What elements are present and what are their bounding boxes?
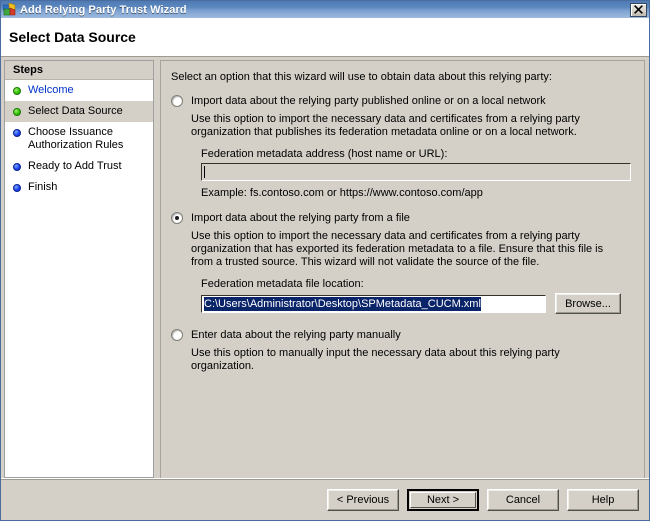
radio-label-import-online: Import data about the relying party publ… (191, 95, 546, 107)
close-icon (634, 5, 643, 14)
next-button[interactable]: Next > (407, 488, 479, 511)
previous-button[interactable]: < Previous (327, 488, 399, 511)
sidebar-item-label: Choose Issuance Authorization Rules (28, 126, 124, 151)
federation-metadata-file-group: Federation metadata file location: C:\Us… (201, 278, 632, 314)
text-caret (204, 166, 205, 178)
radio-label-import-file: Import data about the relying party from… (191, 212, 410, 224)
steps-sidebar: Steps Welcome Select Data Source Choose … (4, 60, 154, 478)
footer-button-bar: < Previous Next > Cancel Help (1, 478, 649, 520)
step-bullet-green-icon (13, 87, 21, 95)
step-bullet-green-icon (13, 108, 21, 116)
option-import-online: Import data about the relying party publ… (171, 94, 632, 199)
option-description-enter-manually: Use this option to manually input the ne… (191, 347, 560, 372)
radio-row-import-file[interactable]: Import data about the relying party from… (171, 211, 632, 225)
option-description-import-file: Use this option to import the necessary … (191, 230, 604, 268)
radio-import-online[interactable] (171, 95, 183, 107)
step-bullet-blue-icon (13, 129, 21, 137)
federation-metadata-file-label: Federation metadata file location: (201, 278, 364, 290)
option-import-file: Import data about the relying party from… (171, 211, 632, 314)
help-button[interactable]: Help (567, 488, 639, 511)
radio-enter-manually[interactable] (171, 329, 183, 341)
body-area: Steps Welcome Select Data Source Choose … (1, 57, 649, 478)
step-bullet-blue-icon (13, 163, 21, 171)
window-title: Add Relying Party Trust Wizard (20, 3, 187, 16)
wizard-window: Add Relying Party Trust Wizard Select Da… (0, 0, 650, 521)
sidebar-item-choose-issuance-authorization-rules: Choose Issuance Authorization Rules (5, 122, 153, 156)
cancel-button[interactable]: Cancel (487, 488, 559, 511)
intro-text: Select an option that this wizard will u… (171, 71, 552, 83)
federation-metadata-file-input[interactable]: C:\Users\Administrator\Desktop\SPMetadat… (201, 294, 546, 313)
main-panel: Select an option that this wizard will u… (160, 60, 645, 478)
radio-import-file[interactable] (171, 212, 183, 224)
wizard-icon (2, 2, 16, 16)
federation-metadata-address-group: Federation metadata address (host name o… (201, 148, 632, 199)
steps-header: Steps (5, 61, 153, 80)
sidebar-item-finish: Finish (5, 177, 153, 198)
sidebar-item-label: Ready to Add Trust (28, 160, 122, 172)
sidebar-item-ready-to-add-trust: Ready to Add Trust (5, 156, 153, 177)
close-button[interactable] (630, 2, 647, 17)
page-header: Select Data Source (1, 18, 649, 57)
page-title: Select Data Source (9, 29, 136, 45)
address-example-text: Example: fs.contoso.com or https://www.c… (201, 187, 483, 199)
browse-button[interactable]: Browse... (555, 293, 621, 314)
federation-metadata-address-input[interactable] (201, 163, 631, 181)
federation-metadata-address-row (201, 163, 632, 181)
federation-metadata-file-value: C:\Users\Administrator\Desktop\SPMetadat… (204, 296, 481, 311)
sidebar-item-label: Welcome (28, 84, 74, 96)
next-button-inner: Next > (410, 491, 476, 508)
title-bar: Add Relying Party Trust Wizard (1, 1, 649, 18)
option-enter-manually: Enter data about the relying party manua… (171, 328, 632, 373)
radio-label-enter-manually: Enter data about the relying party manua… (191, 329, 401, 341)
federation-metadata-file-row: C:\Users\Administrator\Desktop\SPMetadat… (201, 293, 632, 314)
federation-metadata-address-label: Federation metadata address (host name o… (201, 148, 448, 160)
sidebar-item-select-data-source[interactable]: Select Data Source (5, 101, 153, 122)
sidebar-item-label: Select Data Source (28, 105, 123, 117)
radio-row-enter-manually[interactable]: Enter data about the relying party manua… (171, 328, 632, 342)
option-description-import-online: Use this option to import the necessary … (191, 113, 580, 138)
step-bullet-blue-icon (13, 184, 21, 192)
radio-row-import-online[interactable]: Import data about the relying party publ… (171, 94, 632, 108)
sidebar-item-label: Finish (28, 181, 58, 193)
sidebar-item-welcome[interactable]: Welcome (5, 80, 153, 101)
